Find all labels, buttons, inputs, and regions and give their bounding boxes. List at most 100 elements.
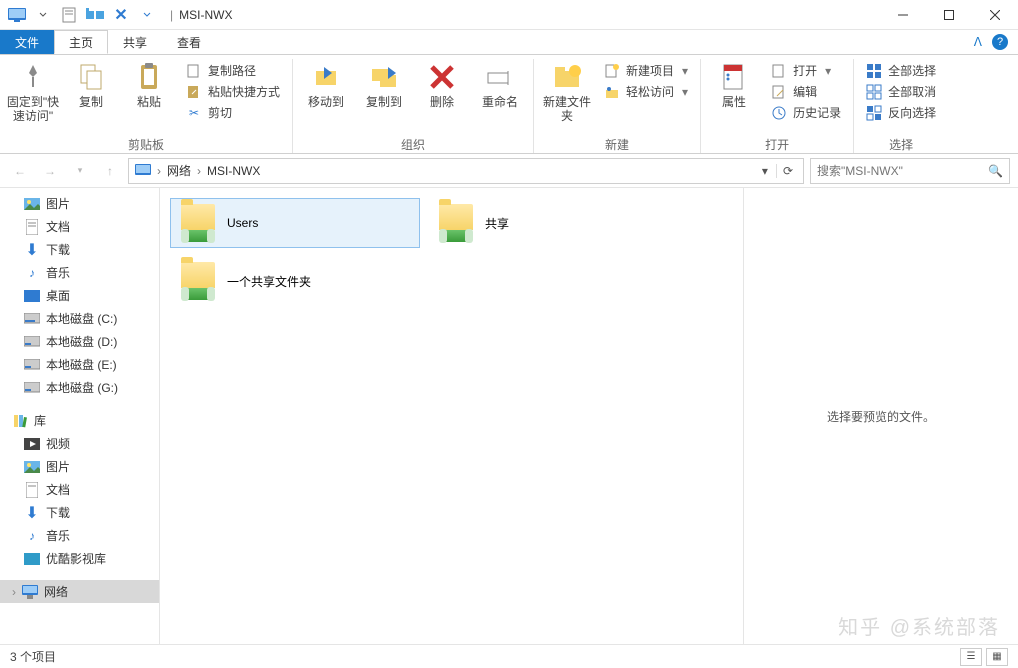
- tab-file[interactable]: 文件: [0, 30, 54, 54]
- tab-view[interactable]: 查看: [162, 30, 216, 54]
- copy-path-button[interactable]: 复制路径: [180, 61, 286, 80]
- share-folder-icon: [179, 204, 217, 242]
- item-count: 3 个项目: [10, 648, 56, 665]
- qat-delete-icon[interactable]: ✕: [110, 4, 132, 26]
- address-bar[interactable]: › 网络 › MSI-NWX ▾ ⟳: [128, 158, 804, 184]
- share-folder-icon: [437, 204, 475, 242]
- maximize-button[interactable]: [926, 0, 972, 30]
- chevron-right-icon[interactable]: ›: [197, 164, 201, 178]
- tab-share[interactable]: 共享: [108, 30, 162, 54]
- qat-properties-icon[interactable]: [58, 4, 80, 26]
- select-all-button[interactable]: 全部选择: [860, 61, 942, 80]
- search-box[interactable]: 🔍: [810, 158, 1010, 184]
- open-label: 打开: [765, 135, 789, 153]
- recent-dropdown[interactable]: ▾: [68, 159, 92, 183]
- copy-button[interactable]: 复制: [64, 59, 118, 109]
- preview-empty-text: 选择要预览的文件。: [827, 408, 935, 425]
- new-label: 新建: [605, 135, 629, 153]
- preview-pane: 选择要预览的文件。: [743, 188, 1018, 644]
- paste-button[interactable]: 粘贴: [122, 59, 176, 109]
- tree-disk-e[interactable]: 本地磁盘 (E:): [0, 353, 159, 376]
- select-none-button[interactable]: 全部取消: [860, 82, 942, 101]
- properties-button[interactable]: 属性: [707, 59, 761, 109]
- ribbon-tabs: 文件 主页 共享 查看 ᐱ ?: [0, 30, 1018, 54]
- paste-shortcut-button[interactable]: 粘贴快捷方式: [180, 82, 286, 101]
- title-bar: ✕ | MSI-NWX: [0, 0, 1018, 30]
- help-icon[interactable]: ?: [992, 34, 1008, 50]
- ribbon: 固定到"快速访问" 复制 粘贴 复制路径 粘贴快捷方式 ✂剪切 剪贴板 移动到: [0, 54, 1018, 154]
- invert-selection-button[interactable]: 反向选择: [860, 103, 942, 122]
- quick-access-toolbar: ✕: [0, 4, 164, 26]
- ribbon-collapse-icon[interactable]: ᐱ: [974, 35, 982, 49]
- copy-to-button[interactable]: 复制到: [357, 59, 411, 109]
- qat-dropdown-icon[interactable]: [32, 4, 54, 26]
- item-users[interactable]: Users: [170, 198, 420, 248]
- tree-lib-pictures[interactable]: 图片: [0, 455, 159, 478]
- close-button[interactable]: [972, 0, 1018, 30]
- view-icons-button[interactable]: ▦: [986, 648, 1008, 666]
- share-folder-icon: [179, 262, 217, 300]
- window-controls: [880, 0, 1018, 30]
- up-button[interactable]: ↑: [98, 159, 122, 183]
- forward-button[interactable]: →: [38, 159, 62, 183]
- ribbon-group-clipboard: 固定到"快速访问" 复制 粘贴 复制路径 粘贴快捷方式 ✂剪切 剪贴板: [0, 59, 293, 153]
- main-area: 图片 文档 ⬇下载 ♪音乐 桌面 本地磁盘 (C:) 本地磁盘 (D:) 本地磁…: [0, 188, 1018, 644]
- content-area: Users 共享 一个共享文件夹 选择要预览的文件。: [160, 188, 1018, 644]
- tree-documents[interactable]: 文档: [0, 215, 159, 238]
- search-icon[interactable]: 🔍: [988, 164, 1003, 178]
- search-input[interactable]: [817, 164, 988, 178]
- refresh-icon[interactable]: ⟳: [776, 164, 799, 178]
- address-icon: [133, 164, 153, 178]
- address-dropdown-icon[interactable]: ▾: [756, 164, 774, 178]
- open-button[interactable]: 打开▾: [765, 61, 847, 80]
- ribbon-group-select: 全部选择 全部取消 反向选择 选择: [854, 59, 948, 153]
- history-button[interactable]: 历史记录: [765, 103, 847, 122]
- chevron-right-icon[interactable]: ›: [157, 164, 161, 178]
- ribbon-group-new: 新建文件夹 新建项目▾ 轻松访问▾ 新建: [534, 59, 701, 153]
- minimize-button[interactable]: [880, 0, 926, 30]
- edit-button[interactable]: 编辑: [765, 82, 847, 101]
- back-button[interactable]: ←: [8, 159, 32, 183]
- organize-label: 组织: [401, 135, 425, 153]
- tree-disk-g[interactable]: 本地磁盘 (G:): [0, 376, 159, 399]
- window-title: MSI-NWX: [179, 8, 232, 22]
- rename-button[interactable]: 重命名: [473, 59, 527, 109]
- navigation-tree[interactable]: 图片 文档 ⬇下载 ♪音乐 桌面 本地磁盘 (C:) 本地磁盘 (D:) 本地磁…: [0, 188, 160, 644]
- tree-youku[interactable]: 优酷影视库: [0, 547, 159, 570]
- tree-downloads[interactable]: ⬇下载: [0, 238, 159, 261]
- status-bar: 3 个项目 ☰ ▦: [0, 644, 1018, 668]
- easy-access-button[interactable]: 轻松访问▾: [598, 82, 694, 101]
- new-item-button[interactable]: 新建项目▾: [598, 61, 694, 80]
- delete-button[interactable]: 删除: [415, 59, 469, 109]
- tree-desktop[interactable]: 桌面: [0, 284, 159, 307]
- tree-disk-c[interactable]: 本地磁盘 (C:): [0, 307, 159, 330]
- view-details-button[interactable]: ☰: [960, 648, 982, 666]
- move-to-button[interactable]: 移动到: [299, 59, 353, 109]
- tree-lib-music[interactable]: ♪音乐: [0, 524, 159, 547]
- tree-network[interactable]: ›网络: [0, 580, 159, 603]
- pin-button[interactable]: 固定到"快速访问": [6, 59, 60, 124]
- cut-button[interactable]: ✂剪切: [180, 103, 286, 122]
- clipboard-label: 剪贴板: [128, 135, 164, 153]
- items-pane[interactable]: Users 共享 一个共享文件夹: [160, 188, 743, 644]
- tree-music[interactable]: ♪音乐: [0, 261, 159, 284]
- tree-videos[interactable]: 视频: [0, 432, 159, 455]
- new-folder-button[interactable]: 新建文件夹: [540, 59, 594, 124]
- item-share[interactable]: 共享: [428, 198, 678, 248]
- tree-lib-documents[interactable]: 文档: [0, 478, 159, 501]
- tree-libraries[interactable]: 库: [0, 409, 159, 432]
- breadcrumb-network[interactable]: 网络: [165, 162, 193, 179]
- qat-chevron-icon[interactable]: [136, 4, 158, 26]
- tree-pictures[interactable]: 图片: [0, 192, 159, 215]
- select-label: 选择: [889, 135, 913, 153]
- ribbon-group-open: 属性 打开▾ 编辑 历史记录 打开: [701, 59, 854, 153]
- breadcrumb-host[interactable]: MSI-NWX: [205, 164, 262, 178]
- tree-disk-d[interactable]: 本地磁盘 (D:): [0, 330, 159, 353]
- qat-newfolder-icon[interactable]: [84, 4, 106, 26]
- item-shared-folder[interactable]: 一个共享文件夹: [170, 256, 733, 306]
- tree-lib-downloads[interactable]: ⬇下载: [0, 501, 159, 524]
- tab-home[interactable]: 主页: [54, 30, 108, 54]
- navigation-bar: ← → ▾ ↑ › 网络 › MSI-NWX ▾ ⟳ 🔍: [0, 154, 1018, 188]
- app-icon[interactable]: [6, 4, 28, 26]
- ribbon-group-organize: 移动到 复制到 删除 重命名 组织: [293, 59, 534, 153]
